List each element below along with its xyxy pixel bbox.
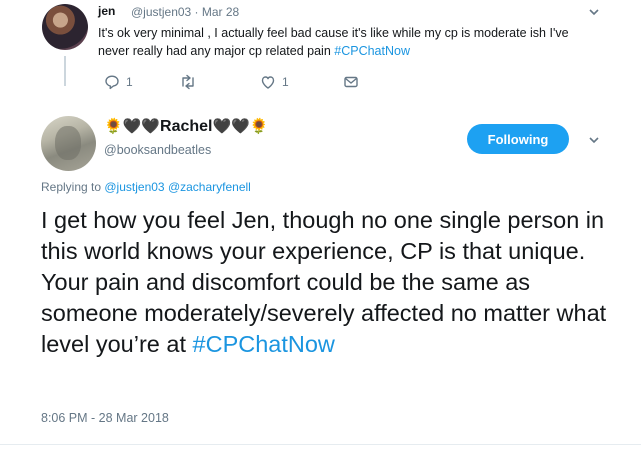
like-count: 1: [282, 75, 289, 89]
tweet-text: I get how you feel Jen, though no one si…: [41, 205, 621, 360]
tweet-timestamp[interactable]: 8:06 PM - 28 Mar 2018: [41, 411, 169, 425]
hashtag-link[interactable]: #CPChatNow: [193, 331, 335, 357]
retweet-icon: [179, 74, 197, 90]
like-button[interactable]: 1: [260, 74, 289, 90]
like-icon: [260, 74, 276, 90]
avatar[interactable]: [42, 4, 88, 50]
mention-link[interactable]: @justjen03: [104, 180, 164, 194]
mention-link[interactable]: @zacharyfenell: [168, 180, 251, 194]
chevron-down-icon[interactable]: [587, 133, 601, 147]
reply-icon: [104, 74, 120, 90]
replying-to: Replying to @justjen03 @zacharyfenell: [41, 180, 251, 194]
hashtag-link[interactable]: #CPChatNow: [334, 44, 410, 58]
following-button[interactable]: Following: [467, 124, 569, 154]
author-name[interactable]: jen: [98, 4, 115, 18]
author-handle-time[interactable]: @justjen03 · Mar 28: [131, 5, 239, 19]
reply-button[interactable]: 1: [104, 74, 133, 90]
emoji-prefix: 🌻🖤🖤: [104, 118, 161, 135]
message-icon: [343, 74, 359, 90]
author-display-name[interactable]: 🌻🖤🖤Rachel🖤🖤🌻: [104, 117, 269, 136]
tweet-text: It's ok very minimal , I actually feel b…: [98, 24, 598, 60]
author-name: Rachel: [160, 118, 213, 135]
reply-count: 1: [126, 75, 133, 89]
replying-prefix: Replying to: [41, 180, 105, 194]
avatar[interactable]: [41, 116, 96, 171]
chevron-down-icon[interactable]: [587, 5, 601, 19]
thread-connector-line: [64, 56, 66, 86]
emoji-suffix: 🖤🖤🌻: [212, 118, 269, 135]
message-button[interactable]: [343, 74, 359, 90]
divider: [0, 444, 641, 445]
retweet-button[interactable]: [179, 74, 197, 90]
author-handle[interactable]: @booksandbeatles: [104, 143, 211, 157]
